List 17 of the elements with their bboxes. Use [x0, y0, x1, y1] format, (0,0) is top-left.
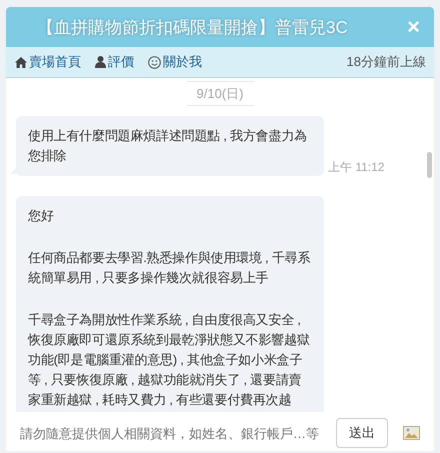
window-title: 【血拼購物節折扣碼限量開搶】普雷兒3C — [37, 16, 349, 38]
image-icon[interactable] — [403, 426, 420, 440]
date-divider: 9/10(日) — [186, 81, 254, 106]
message-text: 使用上有什麼問題麻煩詳述問題點 , 我方會盡力為您排除 — [28, 127, 308, 165]
nav-link[interactable]: 關於我 — [163, 53, 202, 71]
home-icon — [15, 56, 27, 68]
user-icon — [95, 56, 106, 68]
online-status: 18分鐘前上線 — [346, 53, 426, 71]
message-text: 千尋盒子為開放性作業系統 , 自由度很高又安全 , 恢復原廠即可還原系統到最乾淨狀態又不影響越獄功能(即是電腦重灌的意思) , 其他盒子如小米盒子等 , 只要恢復原廠 , 越獄功能就消失了 , 還要請賣家重新越獄 , 耗時又費力 , 有些還要付費再次越 — [28, 311, 311, 409]
message-text: 任何商品都要去學習.熟悉操作與使用環境 , 千尋系統簡單易用 , 只要多操作幾次就很容易上手 — [28, 249, 312, 287]
smiley-icon — [148, 56, 161, 68]
scrollbar-thumb[interactable] — [427, 152, 432, 178]
nav-link[interactable]: 評價 — [108, 53, 134, 71]
nav-link[interactable]: 賣場首頁 — [29, 53, 81, 71]
message-time: 上午 11:12 — [328, 159, 384, 176]
send-button[interactable]: 送出 — [336, 418, 388, 448]
message-text: 您好 — [28, 207, 55, 225]
